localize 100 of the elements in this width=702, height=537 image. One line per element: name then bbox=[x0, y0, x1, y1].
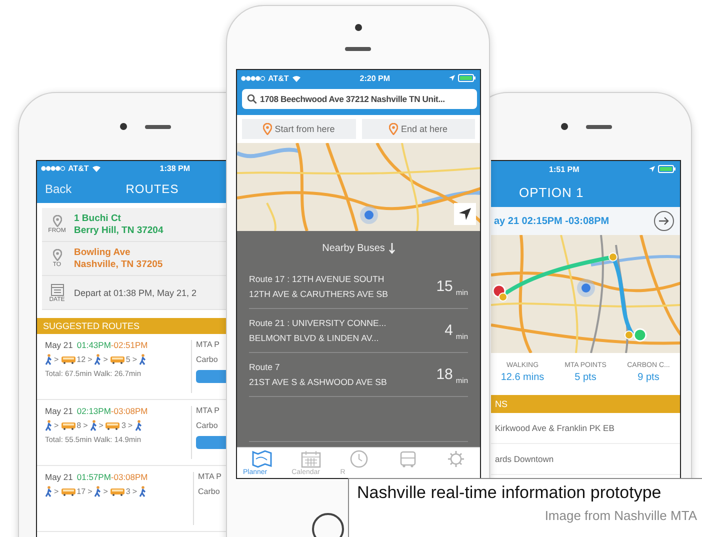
caption-credit: Image from Nashville MTA bbox=[544, 508, 697, 523]
arrow-down-icon bbox=[388, 242, 395, 254]
camera-dot bbox=[560, 123, 568, 130]
signal-icon bbox=[241, 76, 265, 80]
calendar-icon bbox=[50, 282, 64, 296]
pin-icon bbox=[262, 123, 272, 135]
carbon-label: Carbo bbox=[196, 355, 219, 364]
calendar-icon bbox=[300, 450, 321, 468]
walking-person-icon bbox=[45, 486, 52, 497]
walking-person-icon bbox=[139, 486, 146, 497]
step-row[interactable]: Kirkwood Ave & Franklin PK EB bbox=[491, 413, 680, 444]
minutes-value: 15 bbox=[436, 278, 453, 295]
location-arrow-icon bbox=[449, 75, 455, 81]
start-time: 01:43PM bbox=[76, 340, 111, 350]
pin-icon bbox=[388, 123, 398, 135]
step-separator: > bbox=[103, 355, 108, 364]
speaker-slot bbox=[586, 124, 612, 128]
address-text: Nashville, TN 37205 bbox=[74, 258, 163, 270]
status-time: 1:51 PM bbox=[549, 164, 580, 174]
locate-button[interactable] bbox=[454, 203, 476, 225]
stop-name: BELMONT BLVD & LINDEN AV... bbox=[249, 333, 380, 343]
speaker-slot bbox=[145, 124, 171, 128]
carrier-text: AT&T bbox=[68, 164, 89, 172]
battery-icon bbox=[658, 165, 676, 173]
location-button[interactable]: End at here bbox=[362, 119, 475, 139]
points-label: MTA P bbox=[198, 472, 222, 481]
step-separator: > bbox=[128, 421, 133, 430]
step-separator: > bbox=[98, 421, 104, 430]
walking-person-icon bbox=[45, 420, 52, 431]
address-text: Berry Hill, TN 37204 bbox=[74, 224, 164, 236]
stop-name: 12TH AVE & CARUTHERS AVE SB bbox=[249, 289, 390, 299]
wifi-icon bbox=[92, 164, 101, 172]
bus-icon bbox=[398, 450, 418, 468]
clock-icon bbox=[349, 450, 370, 468]
search-field[interactable]: 1708 Beechwood Ave 37212 Nashville TN Unit... bbox=[242, 89, 477, 109]
step-separator: > bbox=[88, 487, 92, 496]
points-label: MTA P bbox=[196, 406, 220, 415]
address-text: 1 Buchi Ct bbox=[74, 212, 122, 224]
route-date: May 21 bbox=[45, 406, 73, 416]
pin-icon bbox=[52, 249, 62, 261]
step-separator: > bbox=[83, 421, 88, 430]
end-time: -03:08PM bbox=[110, 406, 148, 416]
bus-icon bbox=[60, 356, 76, 364]
next-button[interactable] bbox=[654, 211, 674, 231]
stop-name: 21ST AVE S & ASHWOOD AVE SB bbox=[249, 377, 388, 387]
carrier-text: AT&T bbox=[268, 74, 289, 82]
screen-title: OPTION 1 bbox=[519, 184, 584, 200]
trip-times: ay 21 02:15PM -03:08PM bbox=[494, 216, 610, 226]
pin-icon bbox=[52, 215, 62, 227]
minutes-value: 4 bbox=[444, 322, 453, 339]
section-header: NS bbox=[491, 395, 680, 413]
location-button[interactable]: Start from here bbox=[242, 119, 356, 139]
home-button[interactable] bbox=[312, 513, 344, 537]
walking-person-icon bbox=[94, 486, 102, 497]
search-icon bbox=[247, 94, 257, 104]
address-text: Bowling Ave bbox=[74, 246, 132, 258]
speaker-slot bbox=[345, 47, 371, 51]
step-separator: > bbox=[54, 487, 59, 496]
stat-value: 12.6 mins bbox=[500, 372, 544, 382]
location-arrow-icon bbox=[649, 166, 655, 172]
walking-person-icon bbox=[45, 354, 52, 365]
route-name: Route 17 : 12TH AVENUE SOUTH bbox=[249, 274, 386, 284]
step-separator: > bbox=[88, 355, 92, 364]
walking-person-icon bbox=[139, 354, 146, 365]
status-time: 1:38 PM bbox=[160, 164, 190, 172]
walking-person-icon bbox=[90, 420, 97, 431]
signal-icon bbox=[41, 166, 65, 170]
bus-number: 17 bbox=[76, 487, 86, 496]
address-text: Depart at 01:38 PM, May 21, 2 bbox=[74, 286, 197, 298]
carbon-label: Carbo bbox=[198, 487, 221, 496]
caption-title: Nashville real-time information prototype bbox=[357, 483, 662, 503]
step-separator: > bbox=[54, 421, 59, 430]
status-time: 2:20 PM bbox=[360, 74, 390, 82]
camera-dot bbox=[354, 24, 362, 31]
start-time: 02:13PM bbox=[76, 406, 111, 416]
carbon-label: Carbo bbox=[196, 421, 219, 430]
walking-person-icon bbox=[94, 354, 102, 365]
back-button[interactable]: Back bbox=[37, 182, 72, 196]
bus-number: 8 bbox=[76, 421, 82, 430]
step-row[interactable]: ards Downtown bbox=[491, 444, 680, 475]
gear-icon bbox=[446, 450, 466, 468]
stat-value: 5 pts bbox=[574, 372, 596, 382]
bus-number: 3 bbox=[126, 487, 130, 496]
step-separator: > bbox=[132, 355, 138, 364]
wifi-icon bbox=[292, 74, 301, 82]
start-time: 01:57PM bbox=[76, 472, 111, 482]
arrow-right-icon bbox=[659, 217, 669, 225]
walking-person-icon bbox=[134, 420, 142, 431]
route-name: Route 21 : UNIVERSITY CONNE... bbox=[249, 318, 388, 328]
map-icon bbox=[252, 450, 272, 468]
step-separator: > bbox=[132, 487, 138, 496]
bus-icon bbox=[60, 422, 76, 430]
stat-value: 9 pts bbox=[638, 372, 660, 382]
battery-icon bbox=[458, 74, 476, 82]
route-date: May 21 bbox=[45, 472, 73, 482]
camera-dot bbox=[120, 123, 127, 130]
end-time: -02:51PM bbox=[110, 340, 148, 350]
step-separator: > bbox=[54, 355, 59, 364]
bus-icon bbox=[110, 488, 125, 496]
bus-number: 5 bbox=[126, 355, 130, 364]
